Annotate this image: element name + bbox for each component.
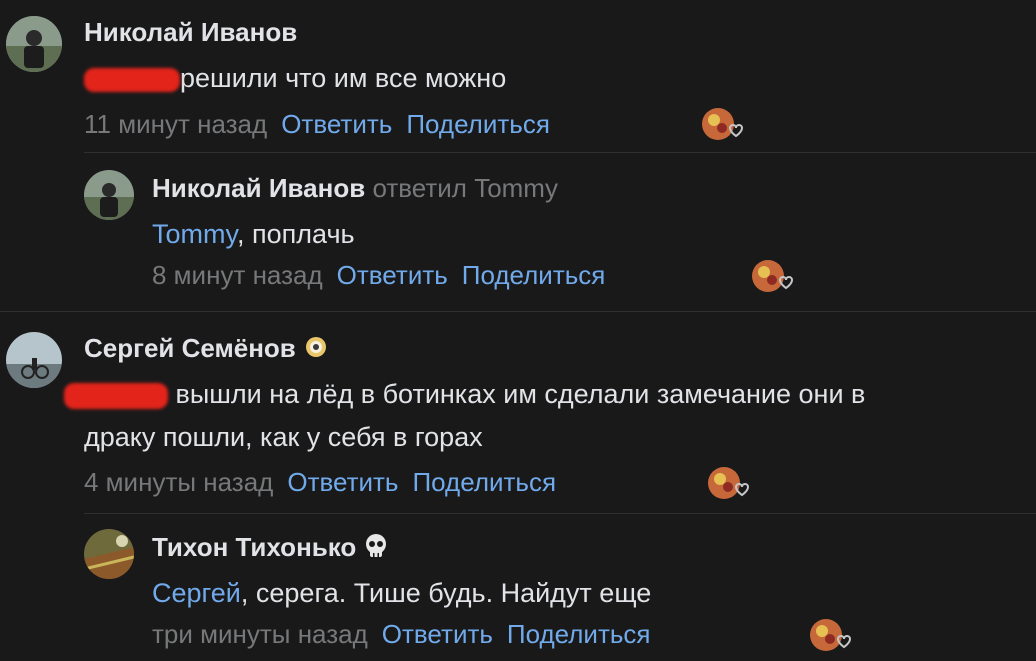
avatar[interactable]	[6, 332, 62, 388]
timestamp[interactable]: 11 минут назад	[84, 109, 267, 139]
redaction-mark	[64, 382, 168, 409]
share-button[interactable]: Поделиться	[412, 467, 556, 497]
reaction-heart-icon[interactable]	[750, 258, 794, 294]
share-button[interactable]: Поделиться	[462, 260, 606, 290]
author-link[interactable]: Сергей Семёнов	[84, 333, 296, 363]
skull-badge-icon	[364, 533, 388, 566]
reply-button[interactable]: Ответить	[337, 260, 448, 290]
author-name: Тихон Тихонько	[152, 532, 388, 566]
comment-meta: 11 минут назад Ответить Поделиться	[84, 109, 550, 140]
avatar[interactable]	[84, 170, 134, 220]
timestamp[interactable]: 8 минут назад	[152, 260, 323, 290]
author-link[interactable]: Тихон Тихонько	[152, 532, 356, 562]
divider	[84, 513, 1036, 514]
share-button[interactable]: Поделиться	[507, 619, 651, 649]
share-button[interactable]: Поделиться	[406, 109, 550, 139]
mention-link[interactable]: Tommy	[152, 219, 237, 249]
author-link[interactable]: Николай Иванов	[152, 173, 365, 203]
divider	[84, 152, 1036, 153]
reaction-heart-icon[interactable]	[706, 465, 750, 501]
divider	[0, 311, 1036, 312]
comment-text: Tommy, поплачь	[152, 219, 355, 249]
reply-button[interactable]: Ответить	[281, 109, 392, 139]
avatar[interactable]	[6, 16, 62, 72]
mention-link[interactable]: Сергей	[152, 578, 241, 608]
author-name[interactable]: Николай Иванов	[84, 17, 297, 48]
timestamp[interactable]: 4 минуты назад	[84, 467, 273, 497]
replied-to-label[interactable]: ответил Tommy	[372, 173, 558, 203]
timestamp[interactable]: три минуты назад	[152, 619, 368, 649]
comment-text: решили что им все можно	[84, 57, 506, 100]
avatar[interactable]	[84, 529, 134, 579]
reply-button[interactable]: Ответить	[382, 619, 493, 649]
reaction-heart-icon[interactable]	[808, 617, 852, 653]
reply-button[interactable]: Ответить	[287, 467, 398, 497]
author-name: Сергей Семёнов	[84, 333, 328, 366]
comment-meta: три минуты назад Ответить Поделиться	[152, 619, 651, 650]
flower-badge-icon	[304, 335, 328, 366]
comment-meta: 4 минуты назад Ответить Поделиться	[84, 467, 556, 498]
comment-meta: 8 минут назад Ответить Поделиться	[152, 260, 605, 291]
comment-text: вышли на лёд в ботинках им сделали замеч…	[64, 373, 1024, 459]
comment-text: Сергей, серега. Тише будь. Найдут еще	[152, 578, 652, 608]
author-name: Николай Иванов ответил Tommy	[152, 173, 558, 204]
reaction-heart-icon[interactable]	[700, 106, 744, 142]
redaction-mark	[84, 67, 180, 92]
